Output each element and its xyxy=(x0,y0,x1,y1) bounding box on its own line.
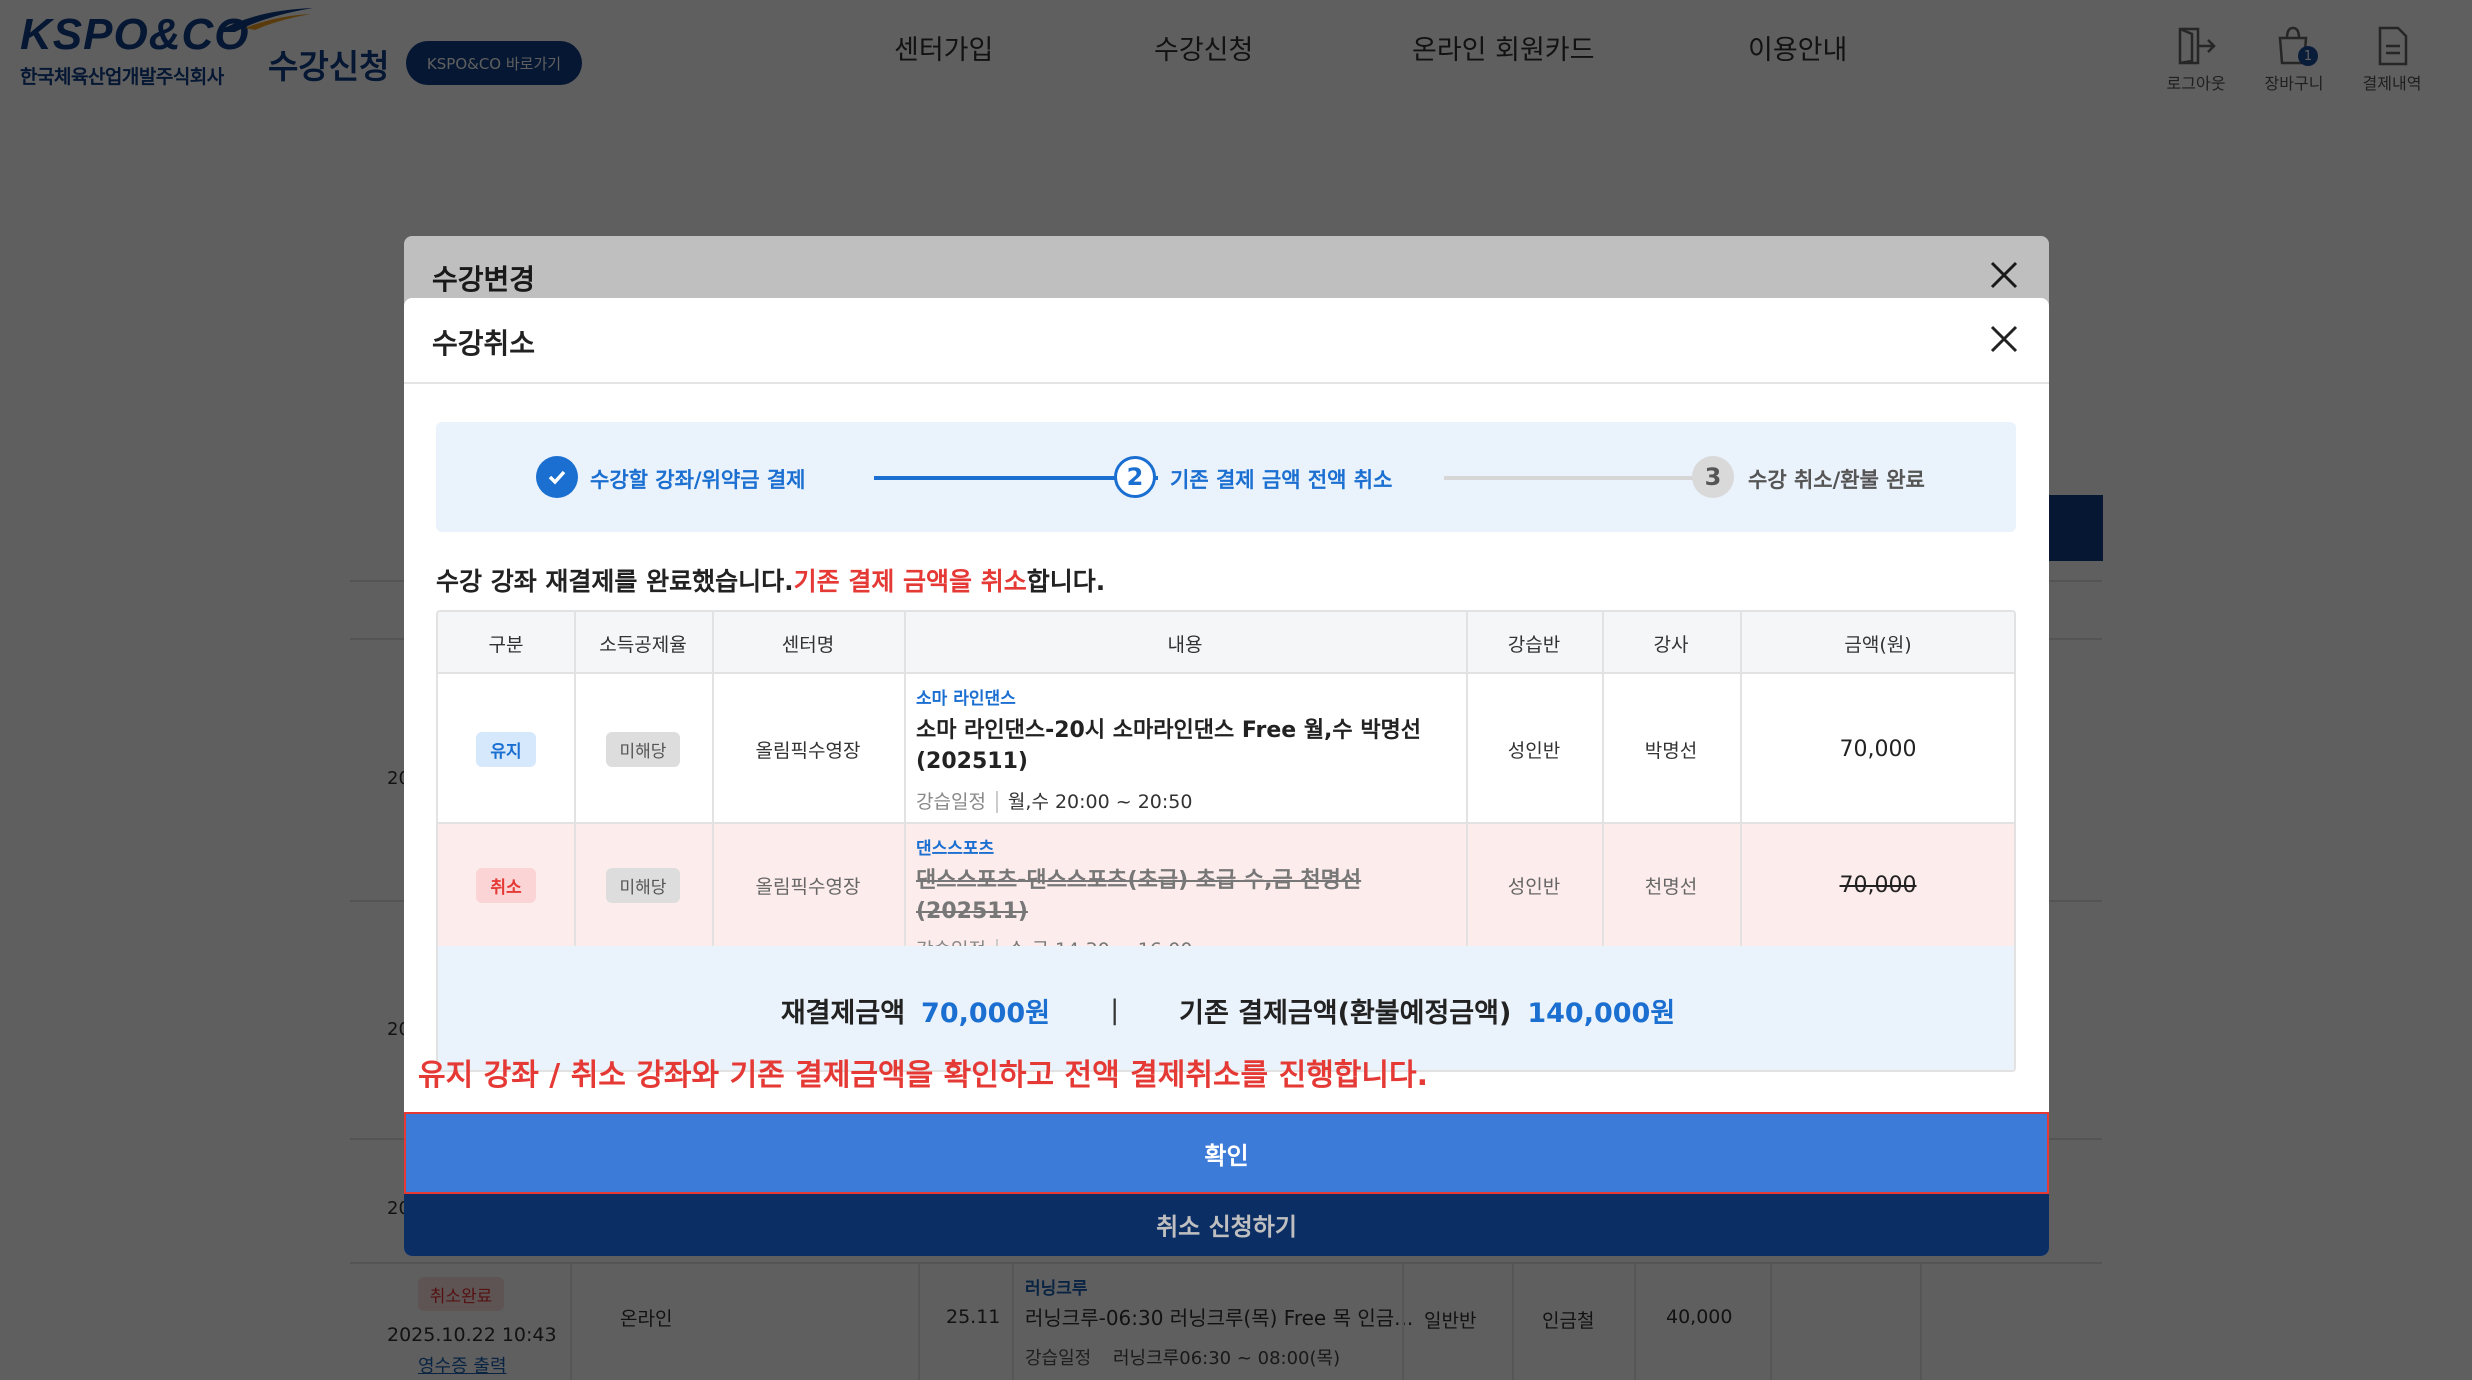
table-header: 구분 소득공제율 센터명 내용 강습반 강사 금액(원) xyxy=(438,612,2014,674)
row-class: 성인반 xyxy=(1507,739,1561,762)
course-title: 소마 라인댄스-20시 소마라인댄스 Free 월,수 박명선 (202511) xyxy=(916,718,1422,774)
header-instructor: 강사 xyxy=(1653,633,1689,656)
row-deduction-cell: 미해당 xyxy=(574,674,712,824)
step-1-label: 수강할 강좌/위약금 결제 xyxy=(590,468,806,492)
row-content: 소마 라인댄스 소마 라인댄스-20시 소마라인댄스 Free 월,수 박명선 … xyxy=(916,684,1461,814)
schedule-value: 월,수 20:00 ~ 20:50 xyxy=(1007,791,1193,813)
notice-prefix: 수강 강좌 재결제를 완료했습니다. xyxy=(436,567,794,596)
modal-header: 수강취소 xyxy=(404,298,2049,384)
deduction-badge: 미해당 xyxy=(605,867,681,903)
course-cancel-modal: 수강취소 수강할 강좌/위약금 결제 2 기존 결제 금액 전액 취소 3 수강… xyxy=(404,298,2049,1194)
table-row-cancelled: 취소 미해당 올림픽수영장 댄스스포츠 댄스스포츠-댄스스포츠(초급) 초급 수… xyxy=(438,824,2014,961)
column-divider xyxy=(904,612,906,946)
row-instructor: 천명선 xyxy=(1644,875,1698,898)
header-center: 센터명 xyxy=(781,633,835,656)
instruction-text: 유지 강좌 / 취소 강좌와 기존 결제금액을 확인하고 전액 결제취소를 진행… xyxy=(418,1058,1428,1093)
row-amount: 70,000 xyxy=(1839,872,1917,898)
step-connector xyxy=(1444,476,1726,480)
column-divider xyxy=(1602,612,1604,946)
row-type-cell: 유지 xyxy=(438,674,574,824)
column-divider xyxy=(1740,612,1742,946)
deduction-badge: 미해당 xyxy=(605,731,681,767)
summary-separator: | xyxy=(1110,994,1120,1026)
course-category: 댄스스포츠 xyxy=(916,839,995,859)
header-amount: 금액(원) xyxy=(1844,633,1912,656)
course-schedule: 강습일정 월,수 20:00 ~ 20:50 xyxy=(916,787,1461,814)
original-payment-label: 기존 결제금액(환불예정금액) xyxy=(1179,997,1512,1029)
schedule-label: 강습일정 xyxy=(916,791,998,813)
check-icon xyxy=(536,456,578,498)
course-title: 댄스스포츠-댄스스포츠(초급) 초급 수,금 천명선 (202511) xyxy=(916,868,1362,924)
course-category: 소마 라인댄스 xyxy=(916,689,1016,709)
step-3-label: 수강 취소/환불 완료 xyxy=(1748,468,1925,492)
row-deduction-cell: 미해당 xyxy=(574,824,712,946)
row-amount: 70,000 xyxy=(1839,736,1917,762)
header-deduction: 소득공제율 xyxy=(599,633,687,656)
modal-title: 수강취소 xyxy=(432,327,536,360)
original-payment-amount: 140,000원 xyxy=(1527,997,1676,1029)
notice-suffix: 합니다. xyxy=(1026,567,1106,596)
row-center: 올림픽수영장 xyxy=(755,739,861,762)
step-2-number: 2 xyxy=(1114,456,1156,498)
notice-highlight: 기존 결제 금액을 취소 xyxy=(793,567,1027,596)
column-divider xyxy=(1466,612,1468,946)
row-class: 성인반 xyxy=(1507,875,1561,898)
cancel-badge: 취소 xyxy=(476,867,536,903)
column-divider xyxy=(712,612,714,946)
row-type-cell: 취소 xyxy=(438,824,574,946)
table-row: 유지 미해당 올림픽수영장 소마 라인댄스 소마 라인댄스-20시 소마라인댄스… xyxy=(438,674,2014,824)
step-2-label: 기존 결제 금액 전액 취소 xyxy=(1170,468,1393,492)
row-center: 올림픽수영장 xyxy=(755,875,861,898)
header-class: 강습반 xyxy=(1507,633,1561,656)
notice-text: 수강 강좌 재결제를 완료했습니다.기존 결제 금액을 취소합니다. xyxy=(436,562,1105,598)
close-icon[interactable] xyxy=(1989,324,2019,354)
repay-label: 재결제금액 xyxy=(780,997,906,1029)
progress-stepper: 수강할 강좌/위약금 결제 2 기존 결제 금액 전액 취소 3 수강 취소/환… xyxy=(436,422,2016,532)
keep-badge: 유지 xyxy=(476,731,536,767)
header-content: 내용 xyxy=(1167,633,1203,656)
row-instructor: 박명선 xyxy=(1644,739,1698,762)
header-type: 구분 xyxy=(488,633,524,656)
course-table: 구분 소득공제율 센터명 내용 강습반 강사 금액(원) 유지 미해당 올림픽수… xyxy=(436,610,2016,1072)
column-divider xyxy=(574,612,576,946)
row-content: 댄스스포츠 댄스스포츠-댄스스포츠(초급) 초급 수,금 천명선 (202511… xyxy=(916,834,1461,962)
confirm-button[interactable]: 확인 xyxy=(404,1112,2049,1194)
step-3-number: 3 xyxy=(1692,456,1734,498)
repay-amount: 70,000원 xyxy=(921,997,1051,1029)
